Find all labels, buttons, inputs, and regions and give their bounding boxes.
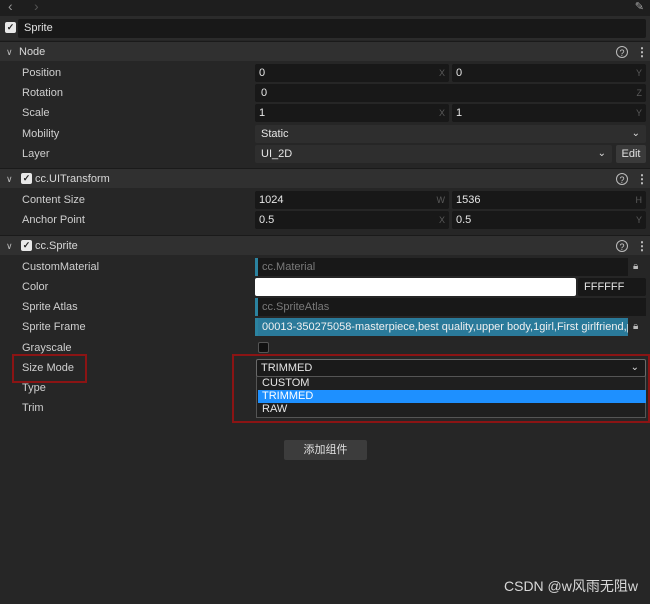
- grayscale-label: Grayscale: [22, 342, 72, 354]
- sprite-frame-label: Sprite Frame: [22, 321, 86, 333]
- layer-edit-button[interactable]: Edit: [616, 145, 646, 163]
- forward-arrow-icon[interactable]: ›: [34, 0, 39, 14]
- add-component-button[interactable]: 添加组件: [284, 440, 367, 460]
- more-icon[interactable]: ⋮: [636, 169, 648, 189]
- node-name-input[interactable]: Sprite: [18, 19, 646, 38]
- section-node-title: Node: [19, 46, 46, 58]
- mobility-label: Mobility: [22, 128, 60, 140]
- custom-material-field[interactable]: cc.Material: [255, 258, 628, 276]
- more-icon[interactable]: ⋮: [636, 42, 648, 62]
- color-label: Color: [22, 281, 49, 293]
- layer-dropdown[interactable]: UI_2D ⌄: [255, 145, 612, 163]
- rotation-z-input[interactable]: 0Z: [255, 84, 646, 102]
- section-node-header[interactable]: ∨ Node ? ⋮: [0, 41, 650, 61]
- position-label: Position: [22, 67, 62, 79]
- chevron-down-icon[interactable]: ∨: [6, 169, 13, 189]
- color-hex-input[interactable]: FFFFFF: [578, 278, 646, 296]
- scale-x-input[interactable]: 1X: [255, 104, 449, 122]
- grayscale-checkbox[interactable]: [258, 342, 269, 353]
- section-sprite-header[interactable]: ∨ ✓ cc.Sprite ? ⋮: [0, 235, 650, 255]
- anchor-point-label: Anchor Point: [22, 214, 85, 226]
- size-mode-option-trimmed[interactable]: TRIMMED: [258, 390, 646, 403]
- help-icon[interactable]: ?: [616, 240, 628, 252]
- size-mode-label: Size Mode: [22, 362, 74, 374]
- lock-icon[interactable]: 🔒︎: [633, 318, 638, 336]
- position-y-input[interactable]: 0Y: [452, 64, 646, 82]
- section-uitransform-title: cc.UITransform: [35, 173, 110, 185]
- size-mode-dropdown[interactable]: TRIMMED ⌄: [256, 359, 646, 377]
- sprite-frame-field[interactable]: 00013-350275058-masterpiece,best quality…: [255, 318, 628, 336]
- sprite-enabled-checkbox[interactable]: ✓: [21, 240, 32, 251]
- rotation-label: Rotation: [22, 87, 63, 99]
- pin-icon[interactable]: ✎: [635, 0, 644, 13]
- chevron-down-icon: ⌄: [630, 362, 639, 373]
- chevron-down-icon[interactable]: ∨: [6, 42, 13, 62]
- top-toolbar: ‹ › ✎: [0, 0, 650, 16]
- position-x-input[interactable]: 0X: [255, 64, 449, 82]
- anchor-y-input[interactable]: 0.5 Y: [452, 211, 646, 229]
- content-size-h-input[interactable]: 1536 H: [452, 191, 646, 209]
- back-arrow-icon[interactable]: ‹: [8, 0, 13, 14]
- layer-label: Layer: [22, 148, 50, 160]
- watermark-text: CSDN @w风雨无阻w: [504, 578, 638, 594]
- custom-material-label: CustomMaterial: [22, 261, 100, 273]
- help-icon[interactable]: ?: [616, 46, 628, 58]
- chevron-down-icon[interactable]: ∨: [6, 236, 13, 256]
- content-size-label: Content Size: [22, 194, 85, 206]
- lock-icon[interactable]: 🔒︎: [633, 258, 638, 276]
- content-size-w-input[interactable]: 1024 W: [255, 191, 449, 209]
- trim-label: Trim: [22, 402, 44, 414]
- size-mode-option-custom[interactable]: CUSTOM: [258, 377, 646, 390]
- more-icon[interactable]: ⋮: [636, 236, 648, 256]
- chevron-down-icon: ⌄: [597, 148, 606, 159]
- size-mode-option-raw[interactable]: RAW: [258, 403, 646, 416]
- sprite-atlas-field[interactable]: cc.SpriteAtlas: [255, 298, 646, 316]
- color-swatch[interactable]: [255, 278, 576, 296]
- node-active-checkbox[interactable]: ✓: [5, 22, 16, 33]
- section-uitransform-header[interactable]: ∨ ✓ cc.UITransform ? ⋮: [0, 168, 650, 188]
- help-icon[interactable]: ?: [616, 173, 628, 185]
- mobility-dropdown[interactable]: Static ⌄: [255, 125, 646, 143]
- type-label: Type: [22, 382, 46, 394]
- scale-y-input[interactable]: 1Y: [452, 104, 646, 122]
- anchor-x-input[interactable]: 0.5 X: [255, 211, 449, 229]
- uitransform-enabled-checkbox[interactable]: ✓: [21, 173, 32, 184]
- sprite-atlas-label: Sprite Atlas: [22, 301, 78, 313]
- scale-label: Scale: [22, 107, 50, 119]
- chevron-down-icon: ⌄: [631, 128, 640, 139]
- section-sprite-title: cc.Sprite: [35, 240, 78, 252]
